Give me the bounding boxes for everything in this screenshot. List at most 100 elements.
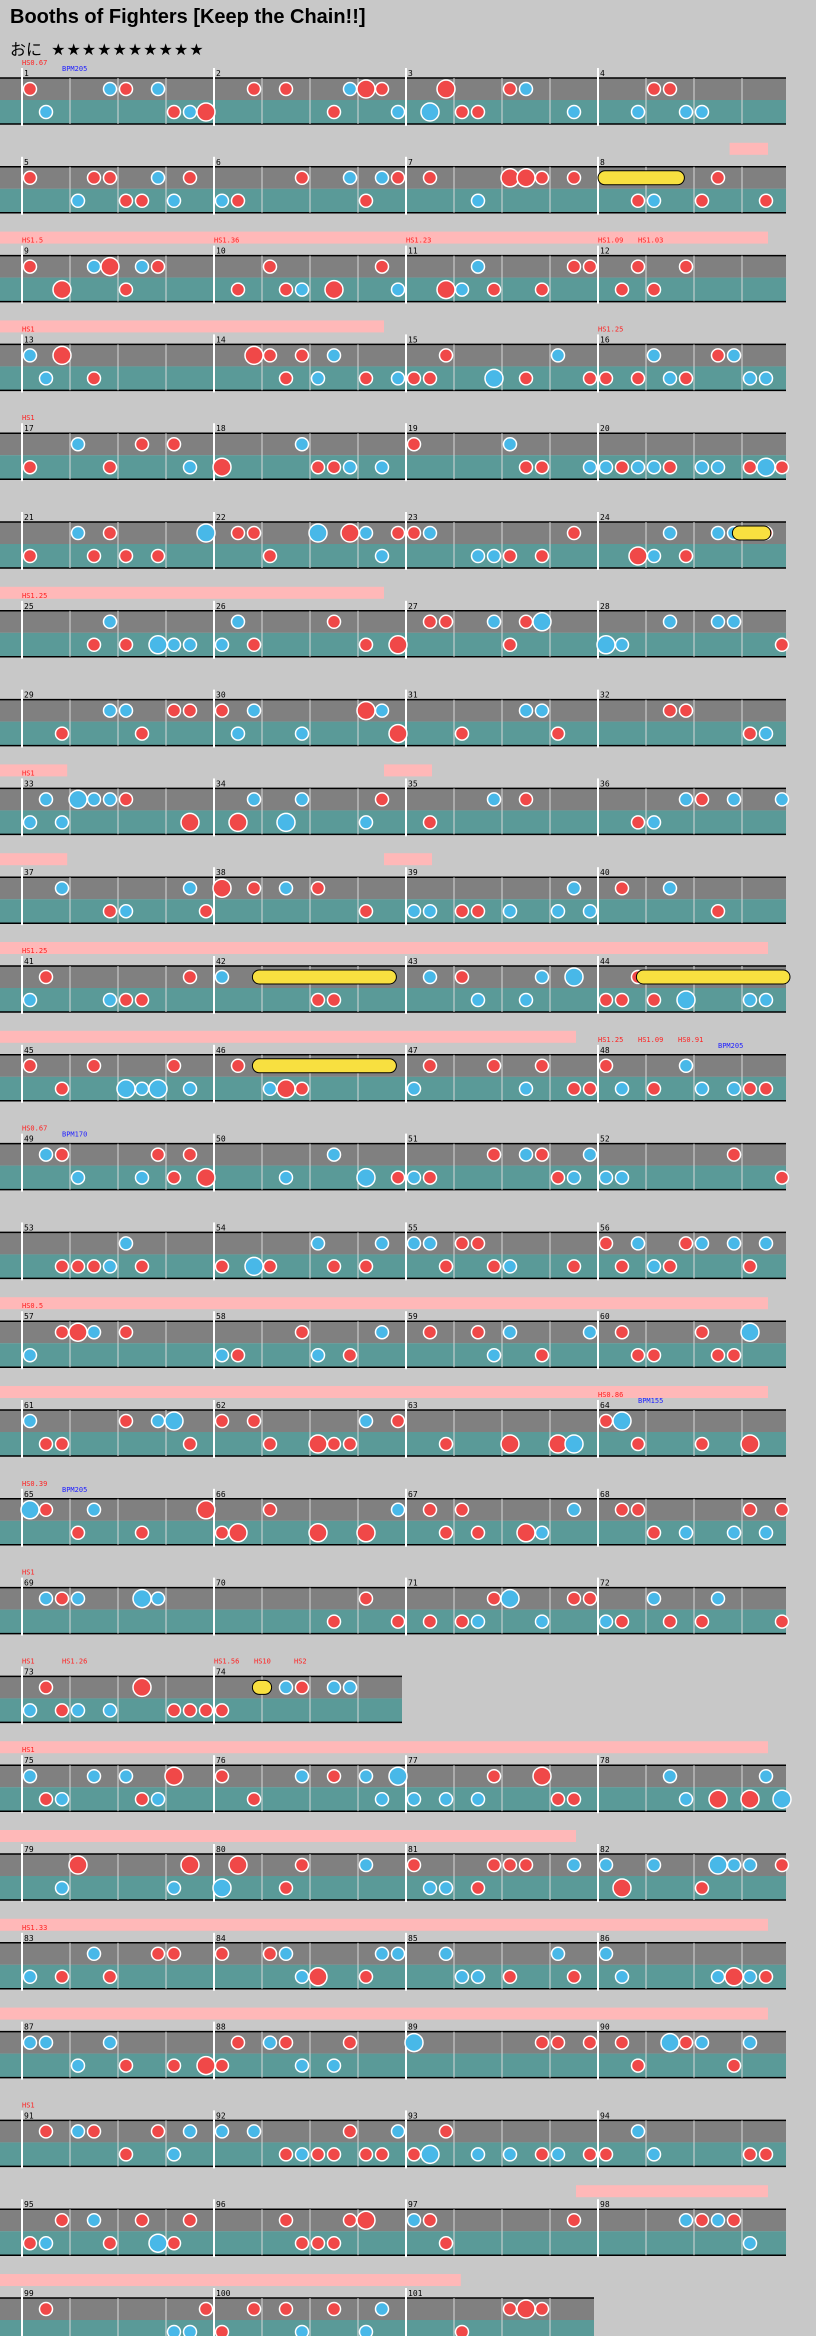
gogo-band <box>0 2274 461 2286</box>
measure-number: 32 <box>600 691 610 700</box>
measure-number: 66 <box>216 1490 226 1499</box>
ka-note <box>614 1969 630 1985</box>
don-note <box>166 104 182 120</box>
ka-note <box>726 1236 742 1251</box>
don-note <box>52 345 72 366</box>
measure-number: 62 <box>216 1401 226 1410</box>
measure-number: 1 <box>24 69 29 78</box>
don-note <box>38 2301 54 2317</box>
don-note <box>278 282 294 297</box>
don-note <box>134 436 150 452</box>
scroll-label: HS1.25 <box>598 325 623 333</box>
drumroll-note <box>251 969 397 985</box>
measure-number: 61 <box>24 1401 34 1410</box>
ka-note <box>486 792 502 807</box>
don-note <box>470 1525 486 1541</box>
don-note <box>196 1167 216 1188</box>
don-note <box>196 2055 216 2076</box>
ka-note <box>294 1768 310 1784</box>
bpm-label: BPM170 <box>62 1131 87 1139</box>
don-note <box>246 525 262 541</box>
don-note <box>374 81 390 97</box>
don-note <box>214 1525 230 1541</box>
measure-number: 51 <box>408 1135 418 1144</box>
ka-note <box>390 1502 406 1518</box>
don-note <box>166 1058 182 1074</box>
don-note <box>662 81 678 97</box>
don-note <box>678 703 694 718</box>
ka-note <box>438 1791 454 1807</box>
don-note <box>550 2035 566 2050</box>
don-note <box>54 726 70 741</box>
ka-note <box>500 1588 520 1609</box>
don-note <box>134 193 150 209</box>
don-note <box>518 792 534 807</box>
ka-note <box>756 457 776 477</box>
ka-note <box>374 1946 390 1962</box>
don-note <box>212 457 232 477</box>
don-note <box>52 279 72 300</box>
don-note <box>758 2147 774 2162</box>
ka-note <box>662 525 678 541</box>
ka-note <box>758 726 774 741</box>
don-note <box>516 1523 536 1543</box>
don-note <box>678 2035 694 2050</box>
ka-note <box>646 193 662 209</box>
don-note <box>710 348 726 363</box>
don-note <box>230 525 246 541</box>
don-note <box>358 371 374 386</box>
ka-note <box>532 612 552 632</box>
don-note <box>566 1259 582 1274</box>
ka-note <box>710 614 726 630</box>
scroll-label: HS1 <box>22 414 35 422</box>
ka-note <box>102 81 118 97</box>
ka-note <box>518 703 534 718</box>
don-note <box>326 614 342 630</box>
don-note <box>134 992 150 1008</box>
ka-note <box>38 1591 54 1606</box>
don-note <box>390 525 406 541</box>
ka-note <box>102 703 118 718</box>
ka-note <box>118 703 134 718</box>
ka-note <box>518 1081 534 1097</box>
measure-number: 43 <box>408 957 418 966</box>
scroll-label: HS0.67 <box>22 1125 47 1133</box>
measure-number: 80 <box>216 1845 226 1854</box>
don-note <box>534 2301 550 2317</box>
don-note <box>630 371 646 386</box>
don-note <box>388 723 408 744</box>
ka-note <box>598 459 614 475</box>
drumroll-note <box>597 170 685 186</box>
don-note <box>422 2212 438 2228</box>
ka-note <box>246 2124 262 2139</box>
don-note <box>358 193 374 209</box>
measure-number: 44 <box>600 957 610 966</box>
ka-note <box>390 1946 406 1962</box>
ka-note <box>102 614 118 630</box>
ka-note <box>246 792 262 807</box>
ka-note <box>694 1236 710 1251</box>
don-note <box>630 259 646 274</box>
don-note <box>342 2124 358 2139</box>
measure-number: 57 <box>24 1312 34 1321</box>
don-note <box>118 792 134 807</box>
ka-note <box>70 1703 86 1718</box>
don-note <box>278 2035 294 2050</box>
don-note <box>102 525 118 541</box>
ka-note <box>678 1058 694 1074</box>
don-note <box>134 1791 150 1807</box>
ka-note <box>54 880 70 896</box>
measure-number: 25 <box>24 602 34 611</box>
ka-note <box>502 903 518 919</box>
don-note <box>278 371 294 386</box>
measure-number: 28 <box>600 602 610 611</box>
ka-note <box>646 1591 662 1606</box>
ka-note <box>38 371 54 386</box>
don-note <box>566 1081 582 1097</box>
ka-note <box>726 792 742 807</box>
measure-number: 45 <box>24 1046 34 1055</box>
measure-number: 70 <box>216 1579 226 1588</box>
ka-note <box>470 2147 486 2162</box>
don-note <box>566 525 582 541</box>
ka-note <box>116 1079 136 1099</box>
